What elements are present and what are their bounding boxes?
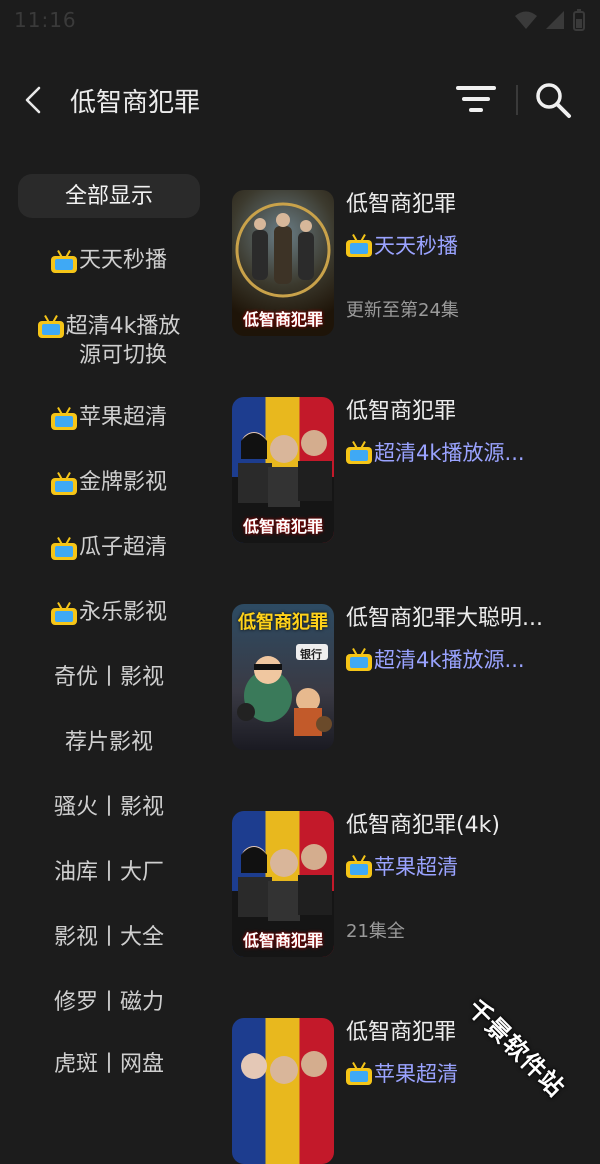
signal-icon bbox=[546, 11, 564, 29]
sidebar-item-label: 永乐影视 bbox=[78, 600, 167, 625]
sidebar-item-xiuluo[interactable]: 修罗丨磁力 bbox=[18, 988, 200, 1017]
tv-icon bbox=[346, 855, 372, 878]
sidebar-item-label: 骚火丨影视 bbox=[53, 795, 164, 820]
battery-icon bbox=[573, 9, 585, 31]
sidebar-item-label: 油库丨大厂 bbox=[53, 860, 164, 885]
tv-icon bbox=[50, 471, 77, 495]
sidebar-item-4k[interactable]: 超清4k播放 源可切换 bbox=[18, 312, 200, 370]
poster-badge: 银行 bbox=[300, 648, 322, 661]
wifi-icon bbox=[515, 11, 537, 29]
sidebar-item-label: 影视丨大全 bbox=[53, 925, 164, 950]
sidebar-item-apple[interactable]: 苹果超清 bbox=[18, 403, 200, 432]
filter-icon bbox=[456, 86, 496, 112]
sidebar-item-yongle[interactable]: 永乐影视 bbox=[18, 598, 200, 627]
result-source: 苹果超清 bbox=[374, 1062, 458, 1086]
tv-icon bbox=[37, 315, 64, 338]
sidebar-item-label: 虎斑丨网盘 bbox=[53, 1052, 164, 1077]
tv-icon bbox=[50, 536, 77, 560]
poster-title: 低智商犯罪 bbox=[242, 931, 323, 950]
sidebar-item-label: 瓜子超清 bbox=[78, 535, 167, 560]
search-icon bbox=[536, 83, 571, 118]
poster-title: 低智商犯罪 bbox=[238, 612, 328, 633]
sidebar-item-saohuo[interactable]: 骚火丨影视 bbox=[18, 793, 200, 822]
top-bar: 低智商犯罪 bbox=[0, 60, 600, 140]
tv-icon bbox=[346, 1062, 372, 1085]
sidebar-item-label: 全部显示 bbox=[64, 183, 153, 209]
back-button[interactable] bbox=[18, 82, 52, 118]
tv-icon bbox=[346, 648, 372, 671]
header-divider bbox=[516, 85, 518, 115]
result-title: 低智商犯罪 bbox=[346, 399, 457, 424]
sidebar-item-huban[interactable]: 虎斑丨网盘 bbox=[18, 1050, 200, 1079]
result-title: 低智商犯罪 bbox=[346, 192, 457, 217]
result-source: 超清4k播放源... bbox=[374, 648, 525, 672]
sidebar-item-label: 源可切换 bbox=[78, 343, 167, 368]
page-title: 低智商犯罪 bbox=[70, 88, 201, 118]
sidebar-item-label: 金牌影视 bbox=[78, 470, 167, 495]
status-bar: 11:16 bbox=[0, 0, 600, 40]
poster-art bbox=[241, 1051, 327, 1084]
poster-image bbox=[232, 1018, 334, 1164]
result-card[interactable]: 低智商犯罪 低智商犯罪(4k) 苹果超清 21集全 bbox=[232, 807, 600, 957]
sidebar-item-jinpai[interactable]: 金牌影视 bbox=[18, 468, 200, 497]
tv-icon bbox=[346, 441, 372, 464]
sidebar-item-label: 天天秒播 bbox=[78, 248, 167, 273]
result-title: 低智商犯罪(4k) bbox=[346, 813, 500, 838]
sidebar-item-guazi[interactable]: 瓜子超清 bbox=[18, 533, 200, 562]
poster-image: 低智商犯罪 bbox=[232, 811, 334, 957]
result-source: 苹果超清 bbox=[374, 855, 458, 879]
result-source-link[interactable]: 苹果超清 bbox=[346, 851, 596, 881]
sidebar-item-label: 苹果超清 bbox=[78, 405, 167, 430]
sidebar-item-tiantian[interactable]: 天天秒播 bbox=[18, 246, 200, 275]
status-time: 11:16 bbox=[14, 8, 77, 32]
result-status: 更新至第24集 bbox=[346, 300, 459, 321]
sidebar-item-label: 奇优丨影视 bbox=[53, 665, 164, 690]
poster-image: 低智商犯罪 bbox=[232, 397, 334, 543]
search-button[interactable] bbox=[530, 78, 576, 122]
sidebar-item-label: 荐片影视 bbox=[64, 730, 153, 755]
result-card[interactable]: 低智商犯罪 银行 低智商犯罪大聪明... 超清4k播放源... bbox=[232, 600, 600, 750]
result-card[interactable]: 低智商犯罪 低智商犯罪 天天秒播 更新至第24集 bbox=[232, 186, 600, 336]
poster-image: 低智商犯罪 bbox=[232, 190, 334, 336]
sidebar-item-all[interactable]: 全部显示 bbox=[18, 174, 200, 218]
poster-image: 低智商犯罪 银行 bbox=[232, 604, 334, 750]
result-source: 超清4k播放源... bbox=[374, 441, 525, 465]
sidebar-item-qiyou[interactable]: 奇优丨影视 bbox=[18, 663, 200, 692]
result-title: 低智商犯罪大聪明... bbox=[346, 606, 543, 631]
tv-icon bbox=[50, 601, 77, 625]
result-source: 天天秒播 bbox=[374, 234, 458, 258]
sidebar-item-label-wrap: 超清4k播放 源可切换 bbox=[66, 312, 181, 370]
sidebar-item-label: 修罗丨磁力 bbox=[53, 990, 164, 1015]
result-status: 21集全 bbox=[346, 921, 405, 942]
filter-button[interactable] bbox=[452, 80, 500, 120]
tv-icon bbox=[50, 249, 77, 273]
tv-icon bbox=[50, 406, 77, 430]
sidebar-item-label: 超清4k播放 bbox=[65, 314, 181, 339]
result-card[interactable]: 低智商犯罪 低智商犯罪 超清4k播放源... bbox=[232, 393, 600, 543]
result-source-link[interactable]: 超清4k播放源... bbox=[346, 437, 596, 467]
result-source-link[interactable]: 天天秒播 bbox=[346, 230, 596, 260]
source-sidebar: 全部显示 天天秒播 超清4k播放 源可切换 苹果超清 金牌影视 瓜子超清 永乐影… bbox=[0, 164, 216, 1077]
poster-title: 低智商犯罪 bbox=[242, 310, 323, 329]
status-icons bbox=[514, 9, 586, 31]
sidebar-item-daquan[interactable]: 影视丨大全 bbox=[18, 923, 200, 952]
poster-title: 低智商犯罪 bbox=[242, 517, 323, 536]
sidebar-item-youku[interactable]: 油库丨大厂 bbox=[18, 858, 200, 887]
tv-icon bbox=[346, 234, 372, 257]
sidebar-item-jianpian[interactable]: 荐片影视 bbox=[18, 728, 200, 757]
result-source-link[interactable]: 超清4k播放源... bbox=[346, 644, 596, 674]
chevron-left-icon bbox=[25, 86, 41, 114]
